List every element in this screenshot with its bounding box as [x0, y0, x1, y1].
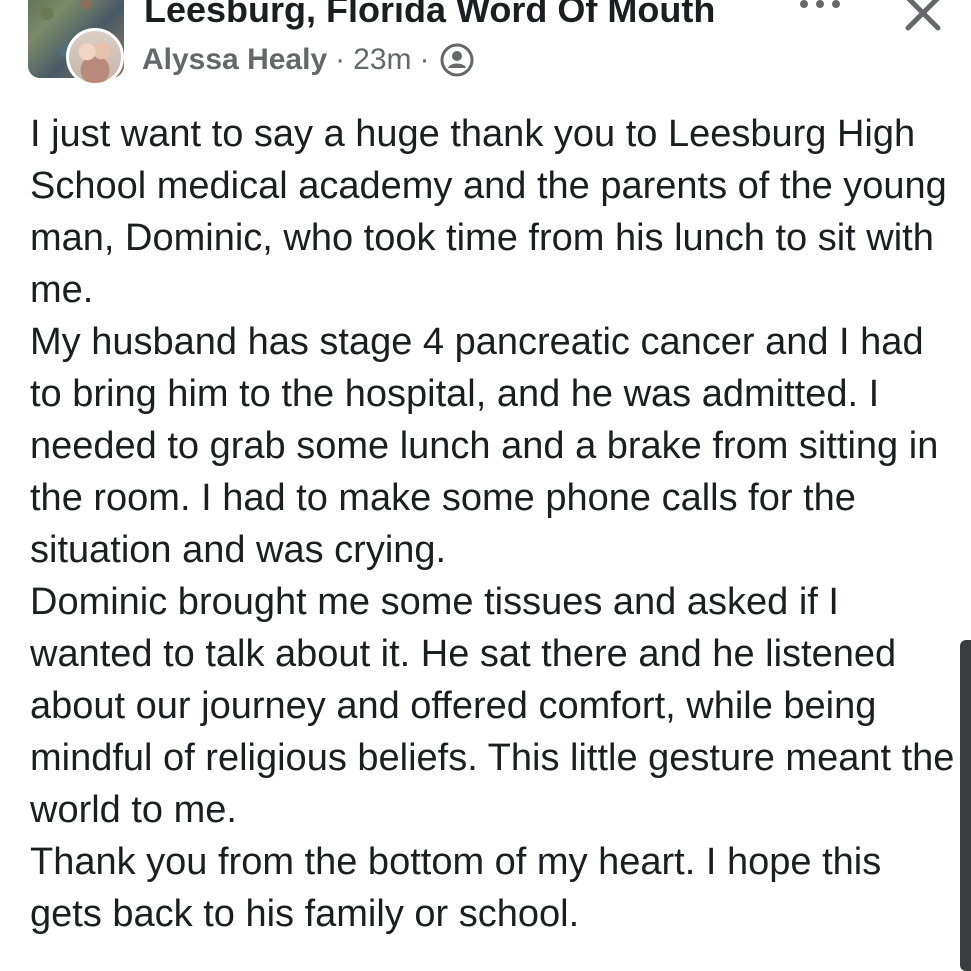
- post-text: I just want to say a huge thank you to L…: [30, 108, 955, 940]
- post-paragraph: I just want to say a huge thank you to L…: [30, 113, 947, 311]
- close-icon[interactable]: [900, 0, 946, 36]
- post-paragraph: My husband has stage 4 pancreatic cancer…: [30, 321, 939, 571]
- meta-separator: ·: [335, 43, 346, 76]
- post-paragraph: Thank you from the bottom of my heart. I…: [30, 841, 882, 935]
- more-options-icon[interactable]: [796, 0, 844, 22]
- post-meta: Alyssa Healy · 23m ·: [142, 40, 474, 80]
- scrollbar[interactable]: [960, 640, 971, 971]
- post-timestamp[interactable]: 23m: [353, 43, 411, 77]
- post-paragraph: Dominic brought me some tissues and aske…: [30, 581, 955, 831]
- meta-separator: ·: [419, 43, 430, 76]
- author-avatar[interactable]: [66, 28, 124, 86]
- group-audience-icon[interactable]: [440, 43, 474, 77]
- group-name[interactable]: Leesburg, Florida Word Of Mouth: [144, 0, 715, 32]
- author-name[interactable]: Alyssa Healy: [142, 43, 327, 77]
- post-header: Leesburg, Florida Word Of Mouth Alyssa H…: [0, 0, 971, 100]
